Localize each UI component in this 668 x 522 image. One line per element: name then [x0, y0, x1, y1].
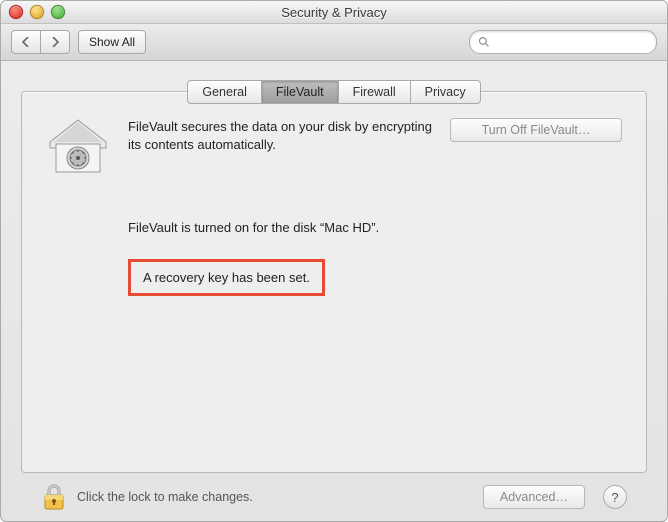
tab-label: Firewall — [353, 85, 396, 99]
toolbar: Show All — [1, 24, 667, 61]
search-field[interactable] — [469, 30, 657, 54]
minimize-button[interactable] — [30, 5, 44, 19]
filevault-status: FileVault is turned on for the disk “Mac… — [128, 220, 622, 235]
turn-off-label: Turn Off FileVault… — [482, 123, 591, 137]
header-row: FileVault secures the data on your disk … — [46, 118, 622, 174]
search-input[interactable] — [494, 34, 648, 50]
lock-icon[interactable] — [41, 482, 67, 512]
filevault-house-icon — [46, 118, 110, 174]
search-icon — [478, 36, 490, 48]
lock-hint-text: Click the lock to make changes. — [77, 490, 253, 504]
tab-filevault[interactable]: FileVault — [262, 80, 339, 104]
recovery-key-text: A recovery key has been set. — [143, 270, 310, 285]
close-button[interactable] — [9, 5, 23, 19]
tab-general[interactable]: General — [187, 80, 261, 104]
tab-label: FileVault — [276, 85, 324, 99]
tab-privacy[interactable]: Privacy — [411, 80, 481, 104]
nav-group — [11, 30, 70, 54]
chevron-right-icon — [51, 37, 59, 47]
filevault-description: FileVault secures the data on your disk … — [128, 118, 432, 153]
footer: Click the lock to make changes. Advanced… — [21, 473, 647, 521]
help-button[interactable]: ? — [603, 485, 627, 509]
turn-off-filevault-button[interactable]: Turn Off FileVault… — [450, 118, 622, 142]
forward-button[interactable] — [40, 30, 70, 54]
chevron-left-icon — [22, 37, 30, 47]
window-title: Security & Privacy — [281, 5, 386, 20]
traffic-lights — [9, 5, 65, 19]
content-area: General FileVault Firewall Privacy — [1, 61, 667, 521]
titlebar: Security & Privacy — [1, 1, 667, 24]
back-button[interactable] — [11, 30, 40, 54]
show-all-button[interactable]: Show All — [78, 30, 146, 54]
show-all-label: Show All — [89, 35, 135, 49]
recovery-key-highlight: A recovery key has been set. — [128, 259, 325, 296]
advanced-button[interactable]: Advanced… — [483, 485, 585, 509]
tab-bar: General FileVault Firewall Privacy — [22, 80, 646, 104]
tab-label: General — [202, 85, 246, 99]
zoom-button[interactable] — [51, 5, 65, 19]
pane-body: FileVault secures the data on your disk … — [22, 92, 646, 316]
advanced-label: Advanced… — [500, 490, 568, 504]
settings-pane: General FileVault Firewall Privacy — [21, 91, 647, 473]
preferences-window: Security & Privacy Show All General — [0, 0, 668, 522]
tab-label: Privacy — [425, 85, 466, 99]
tab-firewall[interactable]: Firewall — [339, 80, 411, 104]
help-label: ? — [611, 490, 618, 505]
